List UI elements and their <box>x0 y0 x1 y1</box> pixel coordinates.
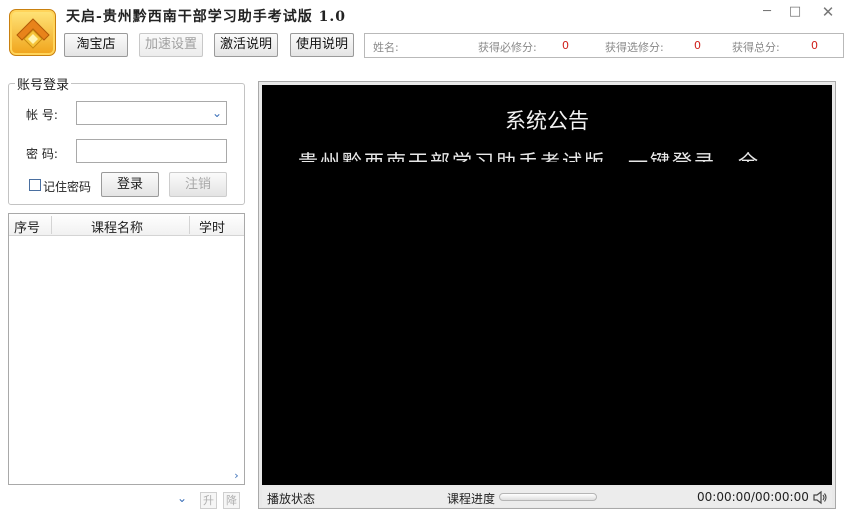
logout-button[interactable]: 注销 <box>169 172 227 197</box>
speaker-icon[interactable] <box>812 490 828 508</box>
minimize-button[interactable]: ─ <box>754 3 780 21</box>
app-logo-icon <box>9 9 56 56</box>
chevron-down-icon[interactable]: ⌄ <box>212 106 222 120</box>
elective-credits-label: 获得选修分: <box>605 41 664 54</box>
score-info-bar: 姓名: 获得必修分: 0 获得选修分: 0 获得总分: 0 <box>364 33 844 58</box>
notice-body: 贵州黔西南干部学习助手考试版，一键登录，全 <box>298 150 760 162</box>
course-progress-label: 课程进度 <box>447 492 496 506</box>
notice-title: 系统公告 <box>505 109 589 133</box>
login-button[interactable]: 登录 <box>101 172 159 197</box>
activation-help-button[interactable]: 激活说明 <box>214 33 278 57</box>
player-status-bar: 播放状态 课程进度 00:00:00/00:00:00 <box>262 487 832 507</box>
sort-ascending-button[interactable]: 升 <box>200 492 217 509</box>
app-title: 天启-贵州黔西南干部学习助手考试版 1.0 <box>66 9 347 25</box>
elective-credits-value: 0 <box>694 39 701 52</box>
column-divider <box>189 216 190 234</box>
name-label: 姓名: <box>373 41 399 54</box>
remember-password-label[interactable]: 记住密码 <box>43 178 91 195</box>
chevron-right-icon[interactable]: › <box>230 469 243 483</box>
course-table[interactable]: 序号 课程名称 学时 › <box>8 213 245 485</box>
taobao-shop-button[interactable]: 淘宝店 <box>64 33 128 57</box>
course-progress-bar[interactable] <box>499 493 597 501</box>
playback-time: 00:00:00/00:00:00 <box>697 490 809 504</box>
column-header-hours[interactable]: 学时 <box>199 217 225 236</box>
total-credits-label: 获得总分: <box>732 41 780 54</box>
password-label: 密 码: <box>26 147 58 161</box>
required-credits-label: 获得必修分: <box>478 41 537 54</box>
course-table-header: 序号 课程名称 学时 <box>9 214 244 236</box>
column-divider <box>51 216 52 234</box>
account-label: 帐 号: <box>26 108 58 122</box>
required-credits-value: 0 <box>562 39 569 52</box>
password-field[interactable] <box>76 139 227 163</box>
column-header-course-name[interactable]: 课程名称 <box>91 217 143 236</box>
video-screen[interactable]: 系统公告 贵州黔西南干部学习助手考试版，一键登录，全 <box>262 85 832 485</box>
chevron-down-icon[interactable]: ⌄ <box>177 491 187 505</box>
maximize-button[interactable]: □ <box>782 3 808 21</box>
close-button[interactable]: ✕ <box>815 3 841 21</box>
remember-password-checkbox[interactable] <box>29 179 41 191</box>
account-combobox[interactable]: ⌄ <box>76 101 227 125</box>
usage-help-button[interactable]: 使用说明 <box>290 33 354 57</box>
column-header-index[interactable]: 序号 <box>14 217 40 236</box>
login-group-title: 账号登录 <box>15 74 72 93</box>
play-status-label: 播放状态 <box>267 492 316 506</box>
sort-descending-button[interactable]: 降 <box>223 492 240 509</box>
total-credits-value: 0 <box>811 39 818 52</box>
speed-settings-button[interactable]: 加速设置 <box>139 33 203 57</box>
app-window: 天启-贵州黔西南干部学习助手考试版 1.0 ─ □ ✕ 淘宝店 加速设置 激活说… <box>0 0 849 518</box>
